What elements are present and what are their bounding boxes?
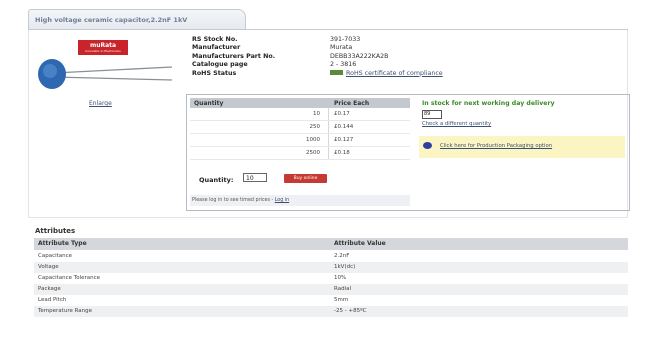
- header-attribute-type: Attribute Type: [38, 240, 87, 247]
- quantity-input[interactable]: 10: [243, 173, 267, 182]
- brand-name: muRata: [89, 42, 117, 49]
- spec-label: Catalogue page: [192, 61, 248, 69]
- rohs-badge-icon: [330, 70, 343, 76]
- info-icon: [423, 142, 432, 149]
- brand-tagline: Innovator in Electronics: [85, 49, 121, 53]
- spec-value: Murata: [330, 44, 353, 52]
- attribute-row: Package Radial: [34, 284, 628, 295]
- price-row: 250 £0.144: [190, 121, 410, 134]
- price-value: £0.127: [334, 137, 354, 143]
- attribute-type: Package: [38, 286, 61, 292]
- capacitor-image: [38, 59, 173, 89]
- price-qty: 1000: [306, 137, 320, 143]
- product-title-tab[interactable]: High voltage ceramic capacitor,2.2nF 1kV: [28, 9, 246, 29]
- header-price-each: Price Each: [334, 100, 370, 107]
- stock-quantity-field[interactable]: 89: [422, 110, 442, 119]
- attribute-row: Lead Pitch 5mm: [34, 295, 628, 306]
- spec-value: DEBB33A222KA2B: [330, 52, 389, 60]
- attribute-type: Temperature Range: [38, 308, 93, 314]
- attribute-type: Capacitance: [38, 253, 73, 259]
- spec-values: 391-7033 Murata DEBB33A222KA2B 2 - 3816 …: [330, 36, 443, 78]
- enlarge-link[interactable]: Enlarge: [89, 100, 112, 107]
- attribute-row: Voltage 1kV(dc): [34, 262, 628, 273]
- header-quantity: Quantity: [194, 100, 224, 107]
- attribute-value: 2.2nF: [334, 253, 350, 259]
- price-table: Quantity Price Each 10 £0.17 250 £0.144 10…: [190, 98, 410, 160]
- attribute-value: Radial: [334, 286, 351, 292]
- spec-value: 2 - 3816: [330, 61, 357, 69]
- attribute-value: 5mm: [334, 297, 349, 303]
- buy-online-button[interactable]: Buy online: [284, 174, 327, 183]
- attribute-row: Capacitance 2.2nF: [34, 251, 628, 262]
- production-packaging-link[interactable]: Click here for Production Packaging opti…: [440, 143, 552, 149]
- login-link[interactable]: Log in: [275, 198, 289, 203]
- price-row: 10 £0.17: [190, 108, 410, 121]
- price-row: 1000 £0.127: [190, 134, 410, 147]
- attributes-header: Attribute Type Attribute Value: [34, 238, 628, 250]
- price-qty: 250: [309, 124, 321, 130]
- attribute-value: -25 - +85ºC: [334, 308, 367, 314]
- spec-label: RS Stock No.: [192, 36, 238, 43]
- attribute-type: Capacitance Tolerance: [38, 275, 101, 281]
- attribute-row: Temperature Range -25 - +85ºC: [34, 306, 628, 317]
- attribute-type: Voltage: [38, 264, 59, 270]
- attributes-title: Attributes: [35, 227, 76, 235]
- attribute-value: 10%: [334, 275, 347, 281]
- header-attribute-value: Attribute Value: [334, 240, 386, 247]
- attribute-type: Lead Pitch: [38, 297, 67, 303]
- login-text: Please log in to see timed prices -: [192, 198, 275, 203]
- price-qty: 2500: [306, 150, 320, 156]
- spec-label: RoHS Status: [192, 69, 237, 77]
- attribute-value: 1kV(dc): [334, 264, 356, 270]
- quantity-label: Quantity:: [199, 176, 234, 184]
- check-quantity-link[interactable]: Check a different quantity: [422, 121, 491, 127]
- price-table-header: Quantity Price Each: [190, 98, 410, 108]
- price-divider: [328, 108, 329, 120]
- attribute-row: Capacitance Tolerance 10%: [34, 273, 628, 284]
- spec-label: Manufacturer: [192, 44, 241, 52]
- stock-status: In stock for next working day delivery: [422, 100, 555, 107]
- rohs-row: RoHS certificate of compliance: [330, 70, 443, 78]
- spec-labels: RS Stock No. Manufacturer Manufacturers …: [192, 36, 275, 78]
- price-value: £0.144: [334, 124, 354, 130]
- price-qty: 10: [313, 111, 320, 117]
- spec-value: 391-7033: [330, 36, 361, 43]
- price-divider: [328, 147, 329, 159]
- login-bar: Please log in to see timed prices - Log …: [190, 195, 410, 206]
- price-value: £0.17: [334, 111, 350, 117]
- murata-logo: muRata Innovator in Electronics: [78, 40, 128, 55]
- price-divider: [328, 121, 329, 133]
- price-row: 2500 £0.18: [190, 147, 410, 160]
- product-image[interactable]: [34, 57, 174, 91]
- price-value: £0.18: [334, 150, 350, 156]
- spec-label: Manufacturers Part No.: [192, 52, 276, 60]
- price-divider: [328, 134, 329, 146]
- rohs-certificate-link[interactable]: RoHS certificate of compliance: [346, 70, 443, 77]
